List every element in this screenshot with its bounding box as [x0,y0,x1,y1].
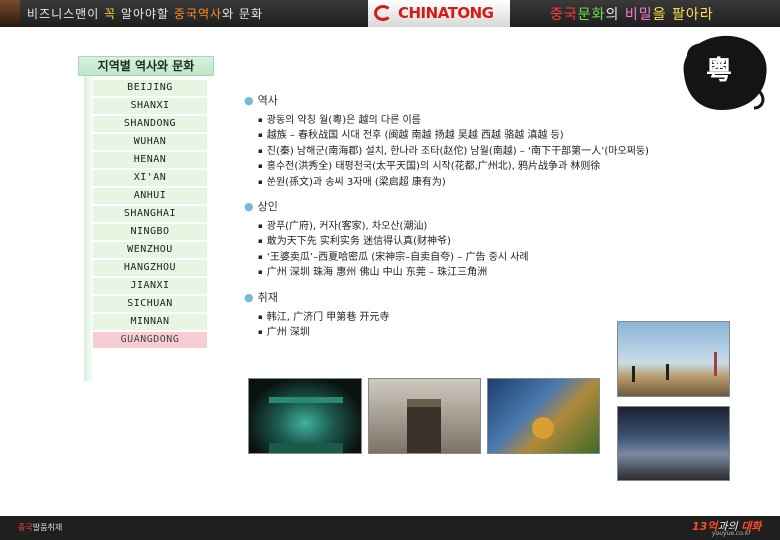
tagline-left-highlight: 꼭 [104,7,117,21]
photo-old-gate[interactable] [368,378,481,454]
header-tagline-right: 중국문화의 비밀을 팔아라 [550,4,714,24]
section-coverage: ●취재 韩江, 广济门 甲第巷 开元寺 广州 深圳 [244,290,624,341]
figure-silhouette [666,364,669,380]
bullet-dot-icon: ● [244,200,254,214]
tagline-left-part: 알아야할 [116,7,174,21]
photo-temple-hall[interactable] [487,378,600,454]
list-item: 韩江, 广济门 甲第巷 开元寺 [258,310,624,325]
nav-item-anhui[interactable]: ANHUI [93,188,207,204]
list-item: 广州 深圳 珠海 惠州 佛山 中山 东莞 – 珠江三角洲 [258,265,624,280]
logo-text: CHINATONG [398,4,494,22]
nav-item-ningbo[interactable]: NINGBO [93,224,207,240]
list-item: 越族 – 春秋战国 시대 전후 (闽越 南越 扬越 吴越 西越 骆越 滇越 등) [258,128,624,143]
footer-left-text: 발품취재 [32,523,63,532]
tagline-right-highlight: 비밀 [624,7,653,23]
section-title: 상인 [257,200,278,214]
logo-swoosh-icon [374,5,392,21]
list-item: 쑨원(孫文)과 송씨 3자매 (梁启超 康有为) [258,175,624,190]
photo-temple-night[interactable] [248,378,362,454]
tagline-left-part: 비즈니스맨이 [27,7,105,21]
nav-item-shanxi[interactable]: SHANXI [93,98,207,114]
footer-series-label: 중국발품취재 [18,522,62,533]
footer-left-highlight: 중국 [18,523,33,532]
nav-item-beijing[interactable]: BEIJING [93,80,207,96]
tagline-left-part: 와 문화 [222,7,264,21]
list-item: 홍수전(洪秀全) 태평천국(太平天国)의 시작(花都,广州北), 鸦片战争과 林… [258,159,624,174]
bullet-dot-icon: ● [244,94,254,107]
nav-item-shanghai[interactable]: SHANGHAI [93,206,207,222]
region-nav: BEIJING SHANXI SHANDONG WUHAN HENAN XI'A… [93,80,207,350]
nav-item-wenzhou[interactable]: WENZHOU [93,242,207,258]
header-bar: 비즈니스맨이 꼭 알아야할 중국역사와 문화 CHINATONG 중국문화의 비… [0,0,780,27]
header-right-panel: 중국문화의 비밀을 팔아라 [510,0,780,27]
tagline-right-highlight: 문화 [577,7,606,23]
nav-title: 지역별 역사와 문화 [78,56,214,76]
footer-url: youyue.co.kr [712,530,751,537]
tagline-right-highlight: 을 팔아라 [652,7,714,23]
list-item: 广州 深圳 [258,325,624,340]
content-area: ●역사 광동의 약칭 월(粵)은 越의 다른 이름 越族 – 春秋战国 시대 전… [244,93,649,349]
tagline-right-part: 의 [605,7,625,23]
section-heading: ● 역사 [244,93,624,109]
figure-silhouette [632,366,635,382]
section-heading: ● 취재 [244,290,624,306]
list-item: 광푸(广府), 커자(客家), 차오산(潮汕) [258,219,624,234]
nav-item-henan[interactable]: HENAN [93,152,207,168]
nav-item-sichuan[interactable]: SICHUAN [93,296,207,312]
tagline-right-highlight: 중국 [550,7,578,23]
nav-item-minnan[interactable]: MINNAN [93,314,207,330]
list-item: ‘王婆卖瓜’–西夏哈密瓜 (宋神宗–自卖自夸) – 广告 중시 사례 [258,250,624,265]
section-merchants: ●상인 광푸(广府), 커자(客家), 차오산(潮汕) 敢为天下先 实利实务 迷… [244,199,624,281]
nav-item-jianxi[interactable]: JIANXI [93,278,207,294]
figure-silhouette [714,352,717,376]
header-tagline-left: 비즈니스맨이 꼭 알아야할 중국역사와 문화 [27,5,263,22]
photo-dusk-skyline[interactable] [617,406,730,481]
list-item: 敢为天下先 实利实务 迷信得认真(财神爷) [258,234,624,249]
region-seal: 粵 [676,30,772,114]
host-avatar [0,0,20,27]
bullet-dot-icon: ● [244,290,254,304]
nav-item-shandong[interactable]: SHANDONG [93,116,207,132]
header-left-panel: 비즈니스맨이 꼭 알아야할 중국역사와 문화 [0,0,368,27]
chinatong-logo[interactable]: CHINATONG [368,0,510,27]
photo-beach-dancers[interactable] [617,321,730,397]
list-item: 광동의 약칭 월(粵)은 越의 다른 이름 [258,113,624,128]
list-item: 진(秦) 남해군(南海郡) 설치, 한나라 조타(赵佗) 남월(南越) – ‘南… [258,144,649,159]
section-title: 역사 [257,94,278,107]
tagline-left-highlight: 중국역사 [173,7,223,21]
nav-item-xian[interactable]: XI'AN [93,170,207,186]
nav-item-wuhan[interactable]: WUHAN [93,134,207,150]
nav-item-hangzhou[interactable]: HANGZHOU [93,260,207,276]
seal-character: 粵 [706,56,733,86]
section-title: 취재 [257,290,278,304]
section-heading: ● 상인 [244,199,624,215]
nav-item-guangdong[interactable]: GUANGDONG [93,332,207,348]
section-history: ●역사 광동의 약칭 월(粵)은 越의 다른 이름 越族 – 春秋战国 시대 전… [244,93,649,190]
footer-bar: 중국발품취재 13억과의 대화 youyue.co.kr [0,516,780,540]
